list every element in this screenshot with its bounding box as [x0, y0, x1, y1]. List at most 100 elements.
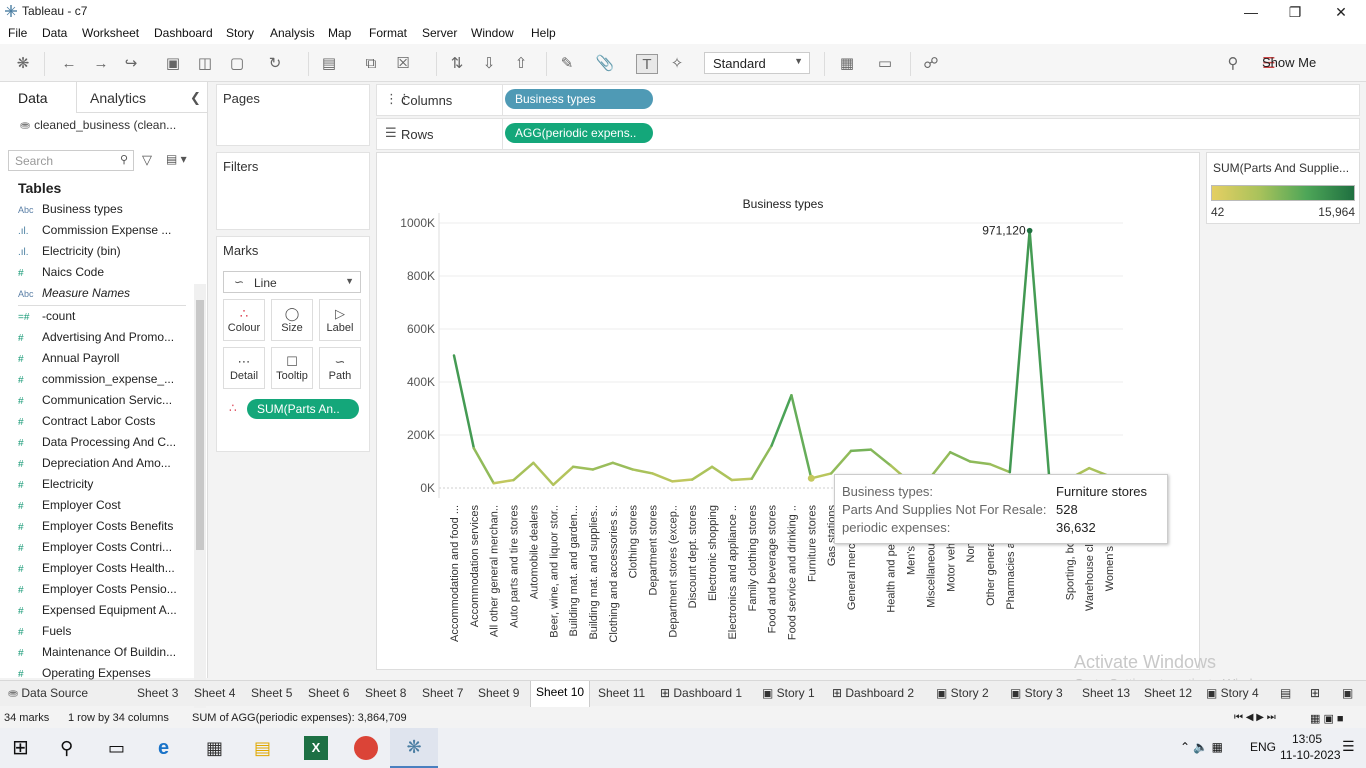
- field-item[interactable]: =# -count: [18, 309, 188, 329]
- restore-icon[interactable]: ❐: [1272, 2, 1318, 22]
- language-indicator[interactable]: ENG: [1250, 740, 1276, 754]
- colour-button[interactable]: ∴ Colour: [223, 299, 265, 341]
- tableau-taskbar-icon[interactable]: ❋: [390, 728, 438, 768]
- new-dashboard-tab-icon[interactable]: ⊞: [1310, 686, 1320, 700]
- duplicate-sheet-icon[interactable]: ⧉: [360, 54, 382, 74]
- colour-legend[interactable]: SUM(Parts And Supplie... 42 15,964: [1206, 152, 1360, 224]
- edge-browser-icon[interactable]: e: [158, 736, 182, 760]
- view-options-icon[interactable]: ▤ ▾: [166, 152, 187, 166]
- minimize-icon[interactable]: —: [1228, 2, 1274, 22]
- clear-sheet-icon[interactable]: ☒: [392, 54, 414, 74]
- menu-worksheet[interactable]: Worksheet: [82, 26, 139, 40]
- new-datasource-icon[interactable]: ◫: [194, 54, 216, 74]
- field-item[interactable]: # Naics Code: [18, 265, 188, 285]
- tab-sheet-12[interactable]: Sheet 12: [1144, 686, 1192, 700]
- detail-button[interactable]: ⋯ Detail: [223, 347, 265, 389]
- mark-type-select[interactable]: ∽ Line ▼: [223, 271, 361, 293]
- notifications-icon[interactable]: ☰: [1342, 738, 1355, 755]
- pin-axes-icon[interactable]: ✧: [666, 54, 688, 74]
- menu-map[interactable]: Map: [328, 26, 351, 40]
- group-icon[interactable]: 📎: [594, 54, 616, 74]
- system-tray-icons[interactable]: ⌃ 🔈 ▦: [1180, 740, 1223, 754]
- line-chart[interactable]: Business types 0K 200K 400K 600K 800K 1000K 971…: [377, 153, 1199, 669]
- rows-pill[interactable]: AGG(periodic expens..: [505, 123, 653, 143]
- tab-dashboard-1[interactable]: ⊞ Dashboard 1: [660, 686, 742, 700]
- menu-file[interactable]: File: [8, 26, 27, 40]
- label-button[interactable]: ▷ Label: [319, 299, 361, 341]
- search-icon[interactable]: ⚲: [60, 736, 84, 760]
- tab-sheet-9[interactable]: Sheet 9: [478, 686, 519, 700]
- fit-select[interactable]: Standard ▼: [704, 52, 810, 74]
- store-icon[interactable]: ▦: [206, 736, 230, 760]
- field-item[interactable]: # Employer Costs Health...: [18, 561, 188, 581]
- show-me-button[interactable]: Show Me: [1262, 55, 1316, 70]
- undo-icon[interactable]: ←: [58, 54, 80, 74]
- presentation-mode-icon[interactable]: ▭: [874, 54, 896, 74]
- pages-card[interactable]: Pages: [216, 84, 370, 146]
- field-item[interactable]: Abc Measure Names: [18, 286, 188, 306]
- field-item[interactable]: # Contract Labor Costs: [18, 414, 188, 434]
- field-item[interactable]: # Maintenance Of Buildin...: [18, 645, 188, 665]
- highlight-icon[interactable]: ✎: [556, 54, 578, 74]
- field-item[interactable]: # Communication Servic...: [18, 393, 188, 413]
- pause-updates-icon[interactable]: ▢: [226, 54, 248, 74]
- tab-data-source[interactable]: ⛂ Data Source: [8, 686, 88, 700]
- scrollbar-thumb[interactable]: [196, 300, 204, 550]
- field-item[interactable]: # Employer Costs Contri...: [18, 540, 188, 560]
- format-painter-icon[interactable]: ⚲: [1222, 54, 1244, 74]
- excel-icon[interactable]: X: [304, 736, 328, 760]
- field-item[interactable]: Abc Business types: [18, 202, 188, 222]
- collapse-pane-icon[interactable]: ❮: [190, 90, 201, 106]
- tab-sheet-6[interactable]: Sheet 6: [308, 686, 349, 700]
- tab-sheet-8[interactable]: Sheet 8: [365, 686, 406, 700]
- field-item[interactable]: .ıl. Electricity (bin): [18, 244, 188, 264]
- file-explorer-icon[interactable]: ▤: [254, 736, 278, 760]
- sheet-nav-icons[interactable]: ⏮ ◀ ▶ ⏭: [1234, 712, 1276, 723]
- clock-time[interactable]: 13:05: [1292, 732, 1322, 746]
- new-story-tab-icon[interactable]: ▣: [1342, 686, 1353, 700]
- menu-dashboard[interactable]: Dashboard: [154, 26, 213, 40]
- tab-data[interactable]: Data: [18, 90, 48, 106]
- replay-icon[interactable]: ↪: [120, 54, 142, 74]
- show-cards-icon[interactable]: ▦: [836, 54, 858, 74]
- task-view-icon[interactable]: ▭: [108, 736, 132, 760]
- tab-sheet-10[interactable]: Sheet 10: [530, 681, 591, 707]
- field-item[interactable]: .ıl. Commission Expense ...: [18, 223, 188, 243]
- field-item[interactable]: # Employer Costs Benefits: [18, 519, 188, 539]
- size-button[interactable]: ◯ Size: [271, 299, 313, 341]
- columns-pill[interactable]: Business types: [505, 89, 653, 109]
- tab-sheet-11[interactable]: Sheet 11: [598, 686, 645, 700]
- field-item[interactable]: # Employer Cost: [18, 498, 188, 518]
- filters-card[interactable]: Filters: [216, 152, 370, 230]
- search-input[interactable]: Search: [8, 150, 134, 171]
- swap-axes-icon[interactable]: ⇅: [446, 54, 468, 74]
- field-item[interactable]: # Expensed Equipment A...: [18, 603, 188, 623]
- view-mode-icons[interactable]: ▦ ▣ ■: [1310, 712, 1344, 725]
- sort-descending-icon[interactable]: ⇧: [510, 54, 532, 74]
- field-item[interactable]: # Electricity: [18, 477, 188, 497]
- datasource-name[interactable]: ⛂ cleaned_business (clean...: [20, 118, 176, 132]
- tab-sheet-5[interactable]: Sheet 5: [251, 686, 292, 700]
- tab-story-1[interactable]: ▣ Story 1: [762, 686, 815, 700]
- tab-story-4[interactable]: ▣ Story 4: [1206, 686, 1259, 700]
- path-button[interactable]: ∽ Path: [319, 347, 361, 389]
- field-item[interactable]: # Fuels: [18, 624, 188, 644]
- menu-format[interactable]: Format: [369, 26, 407, 40]
- field-item[interactable]: # Data Processing And C...: [18, 435, 188, 455]
- field-item[interactable]: # Employer Costs Pensio...: [18, 582, 188, 602]
- tab-dashboard-2[interactable]: ⊞ Dashboard 2: [832, 686, 914, 700]
- menu-analysis[interactable]: Analysis: [270, 26, 315, 40]
- tab-sheet-7[interactable]: Sheet 7: [422, 686, 463, 700]
- new-worksheet-icon[interactable]: ▤: [318, 54, 340, 74]
- menu-server[interactable]: Server: [422, 26, 457, 40]
- field-item[interactable]: # Advertising And Promo...: [18, 330, 188, 350]
- tab-sheet-4[interactable]: Sheet 4: [194, 686, 235, 700]
- new-worksheet-tab-icon[interactable]: ▤: [1280, 686, 1291, 700]
- redo-icon[interactable]: →: [90, 54, 112, 74]
- close-icon[interactable]: ✕: [1318, 2, 1364, 22]
- share-icon[interactable]: ☍: [920, 54, 942, 74]
- menu-window[interactable]: Window: [471, 26, 514, 40]
- menu-story[interactable]: Story: [226, 26, 254, 40]
- filter-icon[interactable]: ▽: [142, 152, 152, 168]
- field-item[interactable]: # Annual Payroll: [18, 351, 188, 371]
